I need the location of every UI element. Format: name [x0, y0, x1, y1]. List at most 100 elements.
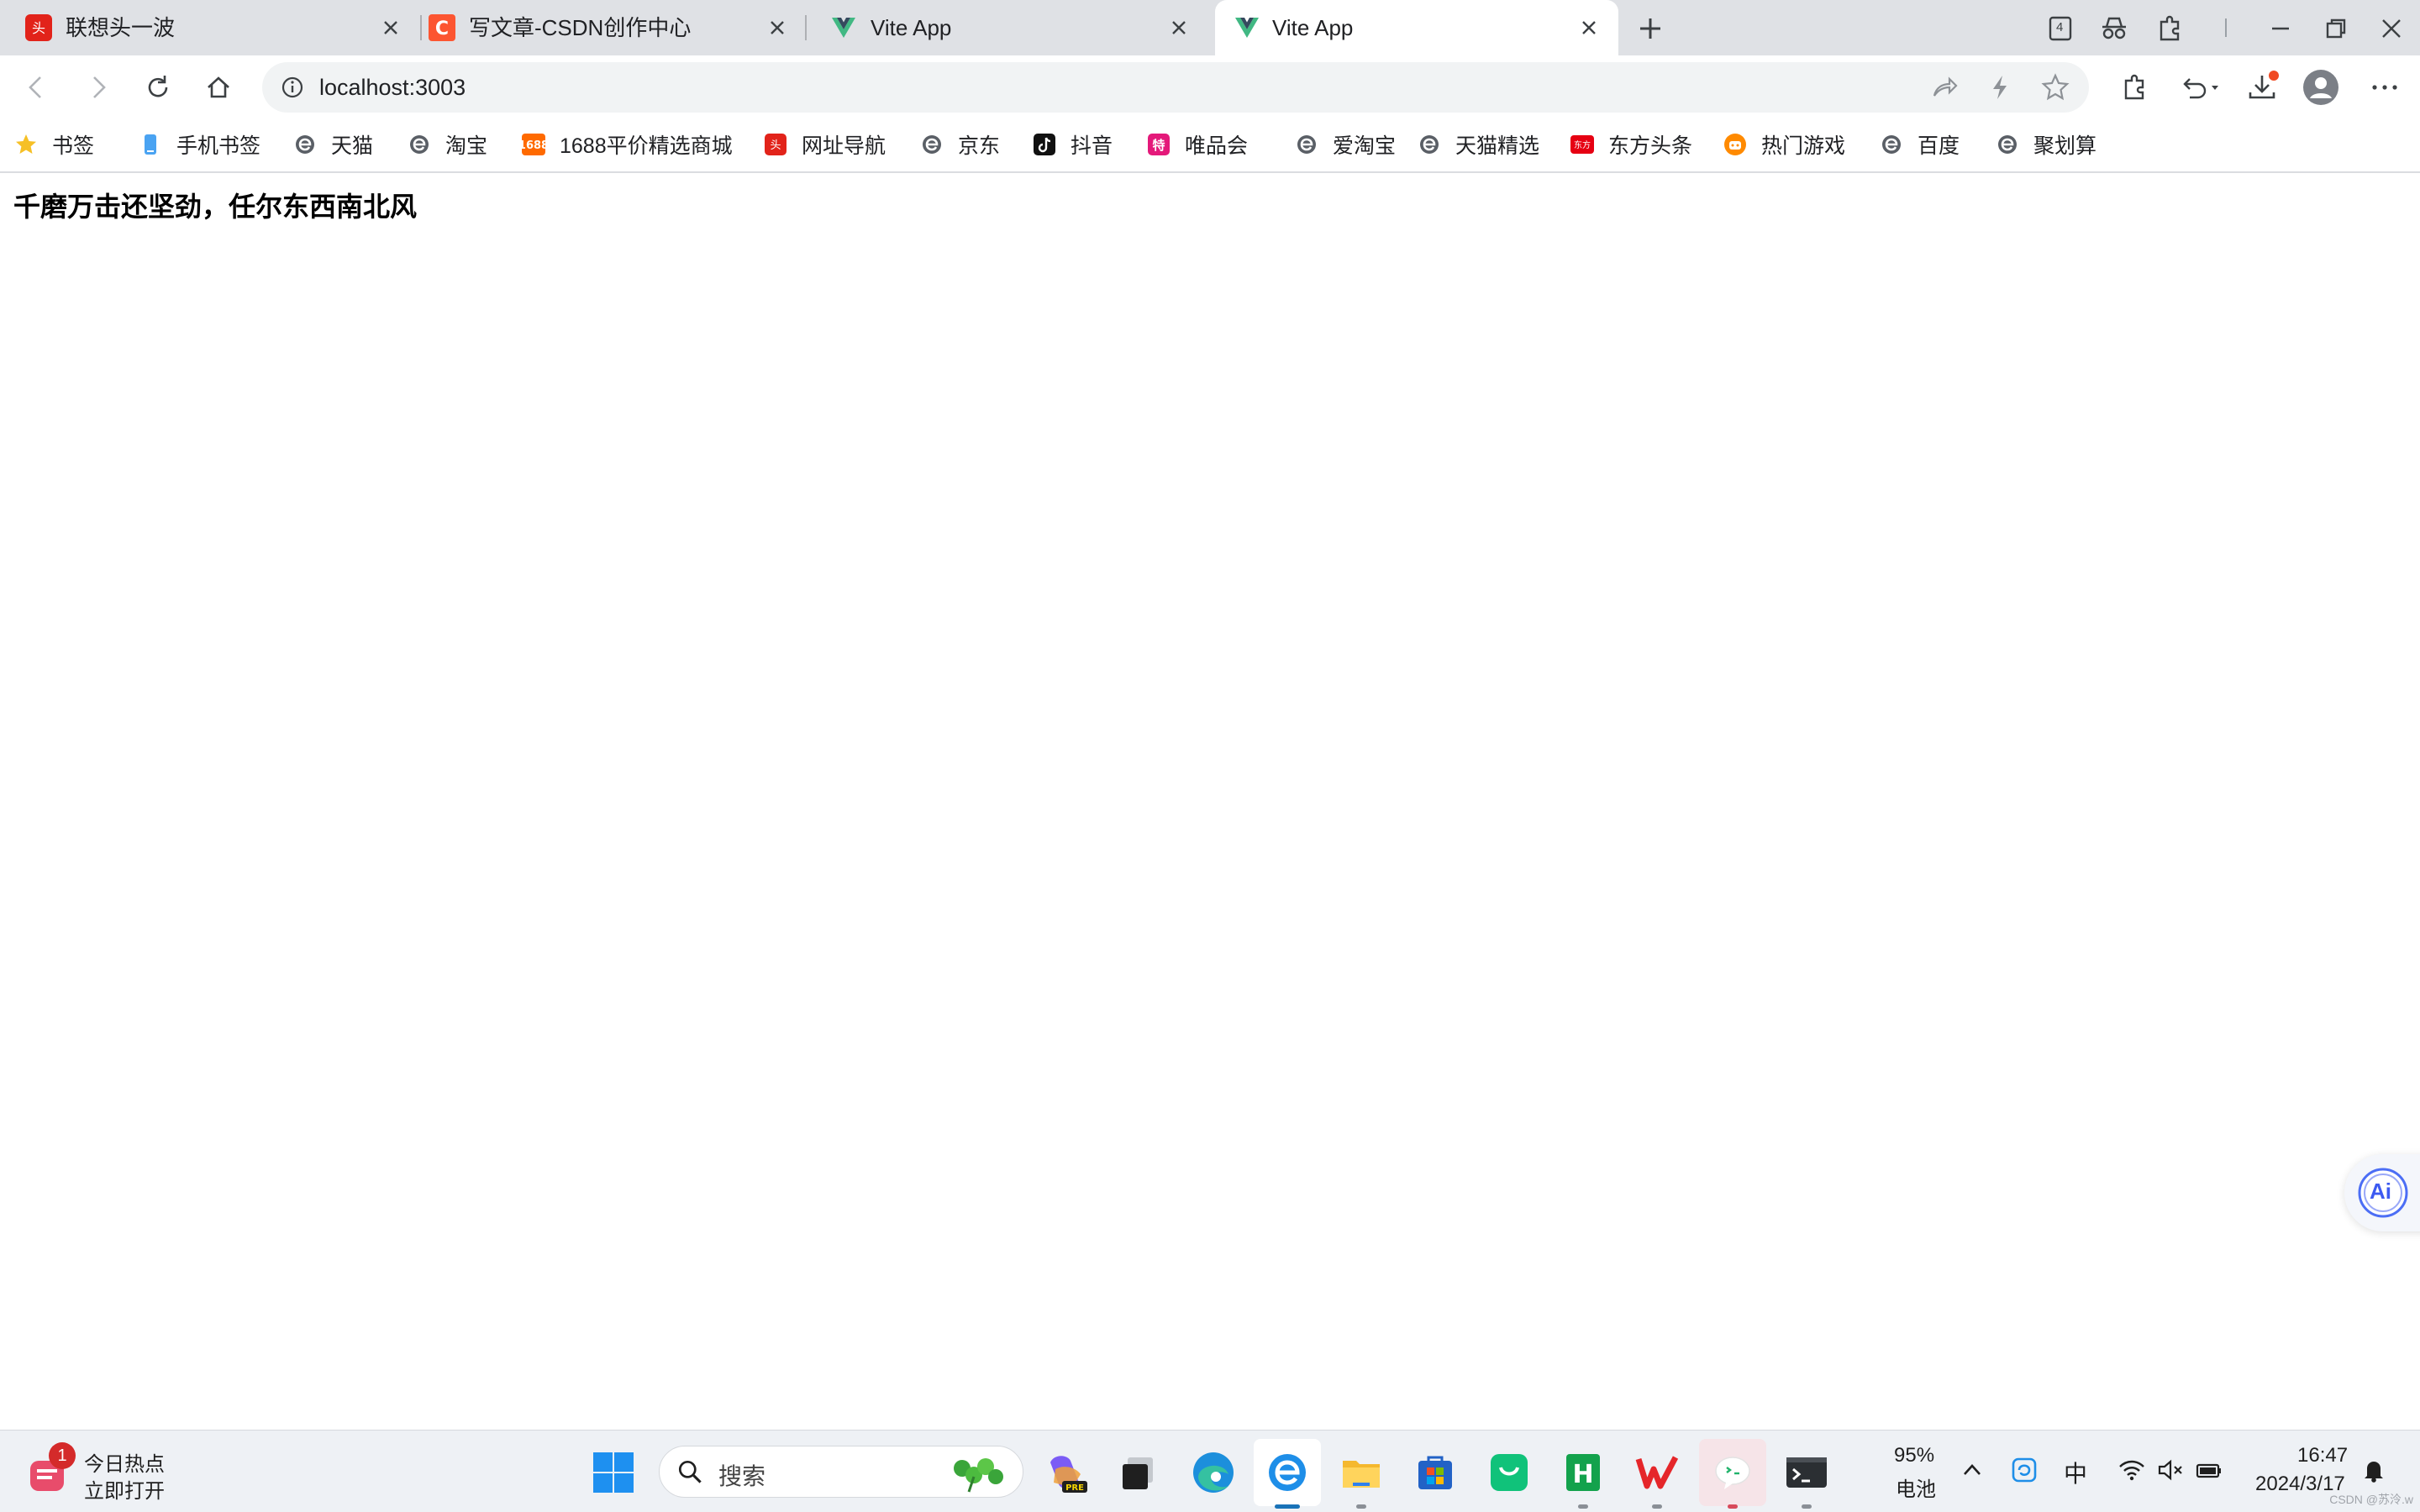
new-tab-button[interactable] — [1634, 12, 1667, 45]
copilot-icon[interactable]: PRE — [1042, 1449, 1089, 1496]
close-icon[interactable] — [766, 17, 788, 39]
tab-vite-app-active[interactable]: Vite App — [1215, 0, 1618, 55]
bookmark-item[interactable]: 淘宝 — [407, 128, 487, 161]
battery-label[interactable]: 电池 — [1896, 1473, 1936, 1502]
volume-muted-icon[interactable] — [2156, 1456, 2185, 1484]
bookmark-item[interactable]: 爱淘宝 — [1294, 128, 1396, 161]
file-explorer-icon[interactable] — [1338, 1449, 1385, 1496]
chat-app-icon[interactable] — [1709, 1449, 1756, 1496]
bookmark-label: 热门游戏 — [1761, 134, 1846, 158]
bookmark-item[interactable]: 头 网址导航 — [763, 128, 886, 161]
dongfang-icon: 东方 — [1570, 135, 1594, 154]
svg-text:C: C — [435, 18, 449, 39]
incognito-icon[interactable] — [2097, 12, 2131, 45]
chevron-up-icon[interactable] — [1958, 1456, 1986, 1484]
tab-overview-button[interactable]: 4 — [2044, 12, 2077, 45]
share-icon[interactable] — [1928, 71, 1961, 104]
alibaba-icon: 1688 — [521, 134, 546, 155]
reload-icon[interactable] — [141, 71, 175, 104]
ai-assistant-button[interactable]: Ai — [2344, 1154, 2420, 1231]
store-icon[interactable] — [1412, 1449, 1459, 1496]
tab-title: 联想头一波 — [66, 15, 176, 40]
close-window-icon[interactable] — [2375, 12, 2408, 45]
bookmark-label: 手机书签 — [176, 134, 261, 158]
ie-browser-icon[interactable] — [1264, 1449, 1311, 1496]
extension-puzzle-icon[interactable] — [2153, 12, 2186, 45]
shopping-bag-icon[interactable] — [1486, 1449, 1533, 1496]
notification-bell-icon[interactable] — [2360, 1456, 2388, 1484]
wifi-icon[interactable] — [2118, 1456, 2146, 1484]
star-bookmark-icon[interactable] — [2039, 71, 2072, 104]
more-menu-icon[interactable] — [2368, 71, 2402, 104]
douyin-icon — [1034, 134, 1055, 155]
avatar[interactable] — [2302, 69, 2339, 106]
bookmark-item[interactable]: 1688 1688平价精选商城 — [521, 128, 733, 161]
task-view-icon[interactable] — [1114, 1449, 1161, 1496]
bookmark-label: 百度 — [1918, 134, 1960, 158]
forward-icon[interactable] — [81, 71, 114, 104]
start-button[interactable] — [590, 1449, 637, 1496]
taskbar-search[interactable]: 搜索 — [659, 1446, 1023, 1498]
bookmark-item[interactable]: 东方 东方头条 — [1570, 128, 1692, 161]
bookmark-label: 书签 — [52, 134, 95, 158]
battery-percent[interactable]: 95% — [1894, 1444, 1934, 1467]
url-text[interactable]: localhost:3003 — [319, 74, 466, 101]
extensions-icon[interactable] — [2118, 71, 2151, 104]
tab-csdn[interactable]: C 写文章-CSDN创作中心 — [403, 0, 807, 55]
bookmark-item[interactable]: 抖音 — [1032, 128, 1113, 161]
close-icon[interactable] — [1168, 17, 1190, 39]
bookmark-item[interactable]: 热门游戏 — [1723, 128, 1845, 161]
app-tray-icon[interactable] — [2010, 1456, 2039, 1484]
tab-vite-app[interactable]: Vite App — [805, 0, 1208, 55]
bookmark-item[interactable]: 特 唯品会 — [1146, 128, 1248, 161]
vip-icon: 特 — [1148, 134, 1170, 155]
window-separator — [2225, 18, 2227, 37]
battery-icon[interactable] — [2195, 1456, 2223, 1484]
hbuilder-icon[interactable]: H — [1560, 1449, 1607, 1496]
wps-icon[interactable] — [1634, 1449, 1681, 1496]
edge-icon[interactable] — [1190, 1449, 1237, 1496]
bookmark-item[interactable]: 聚划算 — [1995, 128, 2096, 161]
ai-label: Ai — [2370, 1179, 2391, 1204]
minimize-icon[interactable] — [2264, 12, 2297, 45]
bookmark-item[interactable]: 手机书签 — [138, 128, 260, 161]
bookmark-item[interactable]: 京东 — [919, 128, 1000, 161]
search-placeholder: 搜索 — [718, 1463, 766, 1489]
back-icon[interactable] — [20, 71, 54, 104]
undo-dropdown-icon[interactable] — [2178, 71, 2225, 104]
running-indicator — [1728, 1504, 1738, 1509]
bookmark-label: 爱淘宝 — [1333, 134, 1397, 158]
bookmark-item[interactable]: 天猫 — [292, 128, 373, 161]
watermark: CSDN @苏泠.w — [2329, 1493, 2413, 1506]
notification-badge: 1 — [49, 1442, 76, 1469]
tab-lenovo[interactable]: 头 联想头一波 — [0, 0, 420, 55]
tab-title: Vite App — [871, 15, 952, 40]
ie-icon — [1297, 135, 1316, 154]
info-icon[interactable] — [279, 74, 306, 101]
ie-icon — [1420, 135, 1439, 154]
bookmark-item[interactable]: 天猫精选 — [1417, 128, 1539, 161]
restore-icon[interactable] — [2319, 12, 2353, 45]
bookmark-label: 唯品会 — [1185, 134, 1249, 158]
close-icon[interactable] — [380, 17, 402, 39]
news-title: 今日热点 — [84, 1453, 165, 1476]
web-page: 千磨万击还坚劲，任尔东西南北风 Ai — [0, 173, 2420, 1430]
bookmark-item[interactable]: 百度 — [1879, 128, 1960, 161]
ie-icon — [1882, 135, 1901, 154]
ie-icon — [410, 135, 429, 154]
lightning-icon[interactable] — [1983, 71, 2017, 104]
news-subtitle: 立即打开 — [84, 1480, 165, 1503]
terminal-icon[interactable] — [1783, 1449, 1830, 1496]
download-button[interactable] — [2245, 71, 2279, 104]
news-widget[interactable]: 1 今日热点 立即打开 — [25, 1442, 193, 1503]
clover-icon — [954, 1458, 1003, 1493]
address-bar[interactable]: localhost:3003 — [262, 62, 2089, 113]
clock-time[interactable]: 16:47 — [2297, 1444, 2348, 1467]
running-indicator — [1652, 1504, 1662, 1509]
home-icon[interactable] — [202, 71, 235, 104]
bookmark-item[interactable]: 书签 — [13, 128, 94, 161]
close-icon[interactable] — [1578, 17, 1600, 39]
vue-icon — [1235, 18, 1259, 38]
ime-indicator[interactable]: 中 — [2064, 1456, 2087, 1489]
tab-count: 4 — [2056, 20, 2064, 34]
